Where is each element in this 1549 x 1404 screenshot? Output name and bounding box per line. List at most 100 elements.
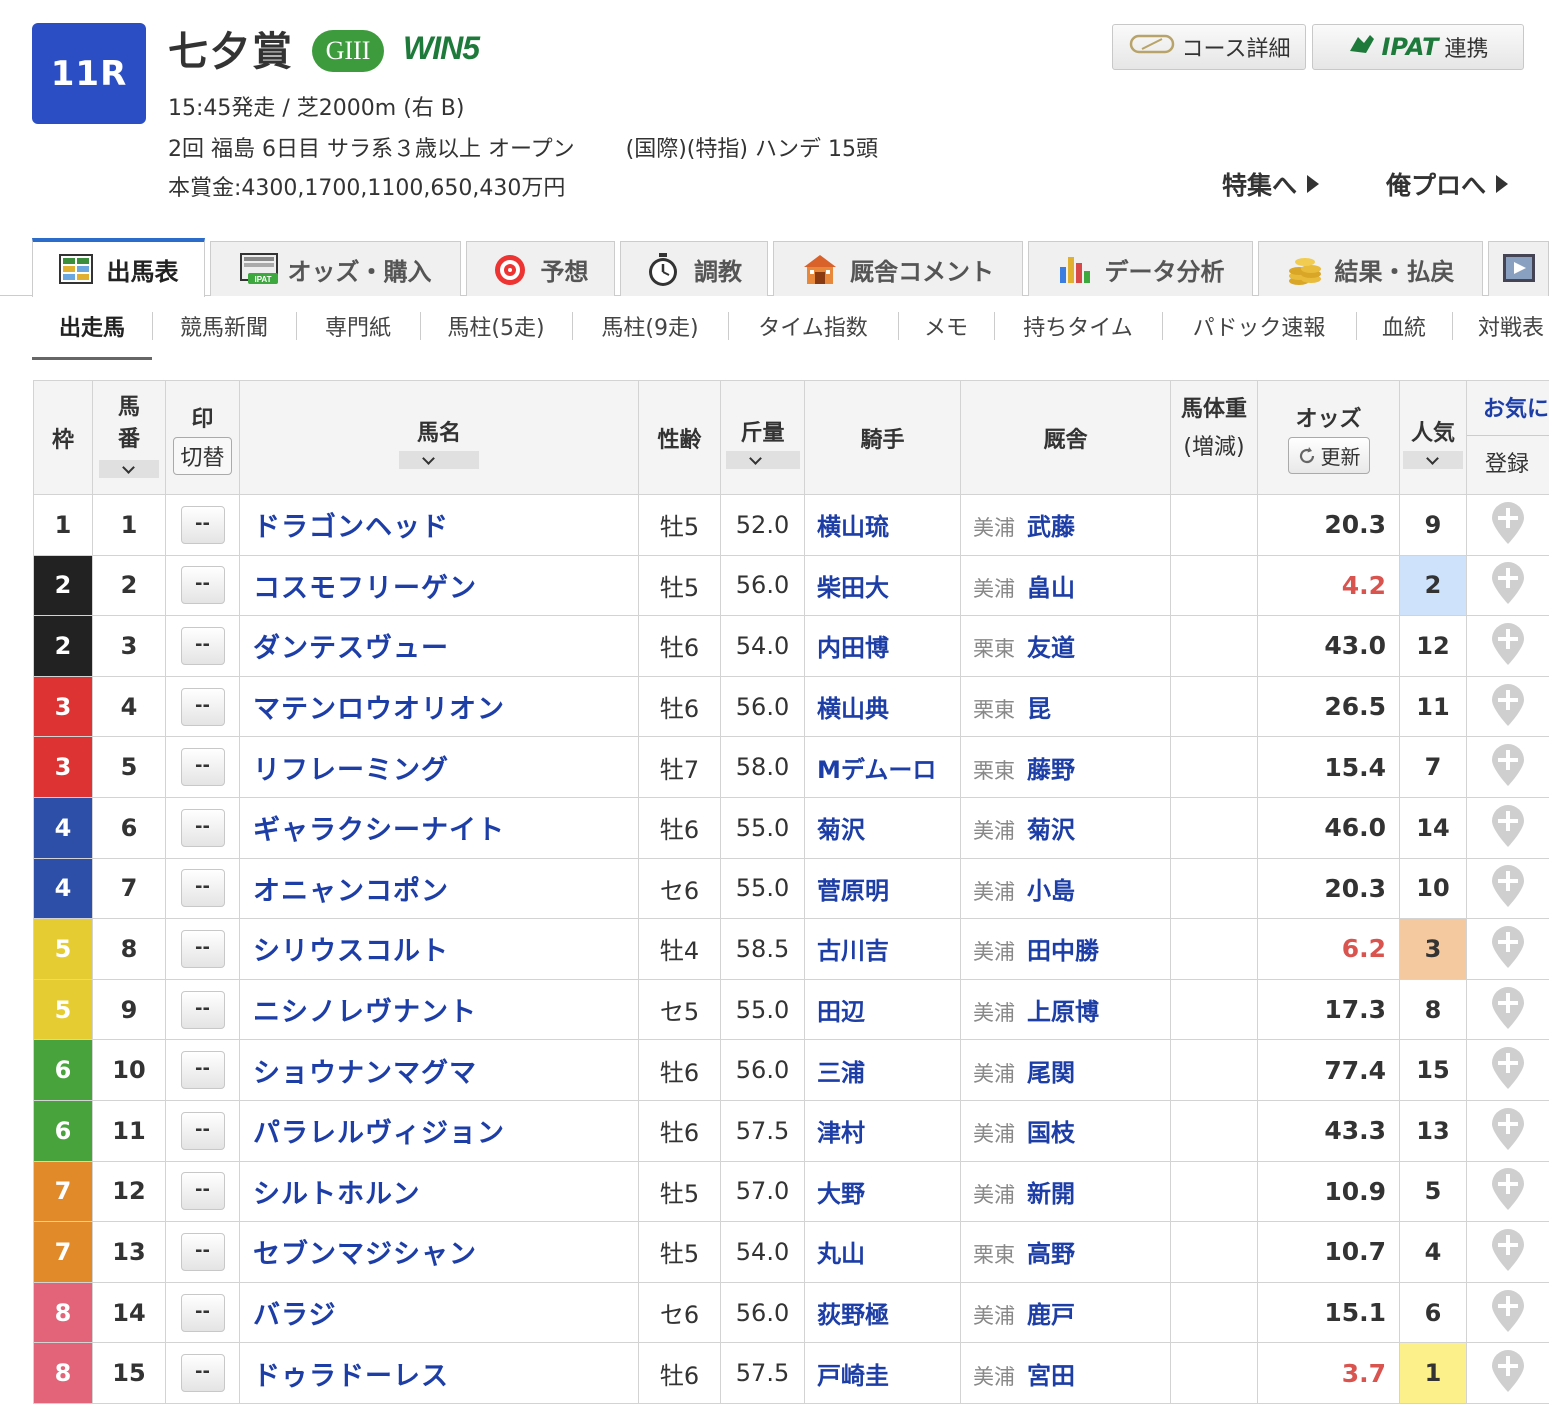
subnav-paddock[interactable]: パドック速報 xyxy=(1162,308,1356,344)
subnav-ketto[interactable]: 血統 xyxy=(1356,308,1452,344)
trainer-link[interactable]: 上原博 xyxy=(1027,998,1099,1026)
tab-odds[interactable]: IPAT オッズ・購入 xyxy=(210,241,461,296)
jockey-link[interactable]: 内田博 xyxy=(805,616,961,677)
mark-select-button[interactable]: -- xyxy=(181,1172,225,1210)
subnav-umabashira-9[interactable]: 馬柱(9走) xyxy=(572,308,728,344)
jockey-link[interactable]: 柴田大 xyxy=(805,555,961,616)
tab-data-bunseki[interactable]: データ分析 xyxy=(1028,241,1253,296)
add-favorite-pin-icon[interactable] xyxy=(1489,499,1527,545)
mark-select-button[interactable]: -- xyxy=(181,627,225,665)
add-favorite-pin-icon[interactable] xyxy=(1489,741,1527,787)
mark-select-button[interactable]: -- xyxy=(181,506,225,544)
subnav-shussoba[interactable]: 出走馬 xyxy=(32,308,152,344)
mark-select-button[interactable]: -- xyxy=(181,1112,225,1150)
subnav-mochi-time[interactable]: 持ちタイム xyxy=(994,308,1162,344)
tab-kyusha-comment[interactable]: 厩舎コメント xyxy=(773,241,1023,296)
mark-select-button[interactable]: -- xyxy=(181,1354,225,1392)
sort-chevron-icon[interactable] xyxy=(399,451,479,469)
subnav-keiba-shinbun[interactable]: 競馬新聞 xyxy=(152,308,296,344)
trainer-link[interactable]: 畠山 xyxy=(1027,574,1075,602)
mark-select-button[interactable]: -- xyxy=(181,688,225,726)
trainer-link[interactable]: 尾関 xyxy=(1027,1059,1075,1087)
trainer-link[interactable]: 鹿戸 xyxy=(1027,1301,1075,1329)
orepuro-link[interactable]: 俺プロへ xyxy=(1386,166,1508,202)
add-favorite-pin-icon[interactable] xyxy=(1489,862,1527,908)
sort-chevron-icon[interactable] xyxy=(1403,451,1463,469)
jockey-link[interactable]: 荻野極 xyxy=(805,1282,961,1343)
horse-name-link[interactable]: ギャラクシーナイト xyxy=(240,797,639,858)
trainer-link[interactable]: 友道 xyxy=(1027,634,1075,662)
horse-name-link[interactable]: リフレーミング xyxy=(240,737,639,798)
horse-name-link[interactable]: マテンロウオリオン xyxy=(240,676,639,737)
trainer-link[interactable]: 菊沢 xyxy=(1027,816,1075,844)
horse-name-link[interactable]: セブンマジシャン xyxy=(240,1222,639,1283)
tab-chokyo[interactable]: 調教 xyxy=(620,241,768,296)
subnav-time-shisu[interactable]: タイム指数 xyxy=(728,308,898,344)
jockey-link[interactable]: 三浦 xyxy=(805,1040,961,1101)
mark-select-button[interactable]: -- xyxy=(181,809,225,847)
jockey-link[interactable]: 津村 xyxy=(805,1100,961,1161)
horse-name-link[interactable]: シリウスコルト xyxy=(240,919,639,980)
horse-name-link[interactable]: ニシノレヴナント xyxy=(240,979,639,1040)
horse-name-link[interactable]: ドラゴンヘッド xyxy=(240,495,639,556)
trainer-link[interactable]: 小島 xyxy=(1027,877,1075,905)
tab-shutuba[interactable]: 出馬表 xyxy=(32,238,205,297)
trainer-link[interactable]: 田中勝 xyxy=(1027,937,1099,965)
jockey-link[interactable]: 戸崎圭 xyxy=(805,1343,961,1404)
add-favorite-pin-icon[interactable] xyxy=(1489,1347,1527,1393)
tab-kekka[interactable]: 結果・払戻 xyxy=(1258,241,1483,296)
add-favorite-pin-icon[interactable] xyxy=(1489,1226,1527,1272)
trainer-link[interactable]: 昆 xyxy=(1027,695,1051,723)
jockey-link[interactable]: 古川吉 xyxy=(805,919,961,980)
header-umaban[interactable]: 馬番 xyxy=(93,381,166,495)
ipat-link-button[interactable]: IPAT 連携 xyxy=(1312,24,1524,70)
header-label[interactable]: お気に xyxy=(1483,391,1549,423)
horse-name-link[interactable]: バラジ xyxy=(240,1282,639,1343)
jockey-link[interactable]: 横山典 xyxy=(805,676,961,737)
horse-name-link[interactable]: パラレルヴィジョン xyxy=(240,1100,639,1161)
subnav-taisenhyo[interactable]: 対戦表 xyxy=(1452,308,1549,344)
subnav-umabashira-5[interactable]: 馬柱(5走) xyxy=(420,308,572,344)
course-detail-button[interactable]: コース詳細 xyxy=(1112,24,1306,70)
jockey-link[interactable]: 田辺 xyxy=(805,979,961,1040)
add-favorite-pin-icon[interactable] xyxy=(1489,559,1527,605)
trainer-link[interactable]: 武藤 xyxy=(1027,513,1075,541)
mark-select-button[interactable]: -- xyxy=(181,1051,225,1089)
trainer-link[interactable]: 高野 xyxy=(1027,1240,1075,1268)
horse-name-link[interactable]: シルトホルン xyxy=(240,1161,639,1222)
header-horse[interactable]: 馬名 xyxy=(240,381,639,495)
add-favorite-pin-icon[interactable] xyxy=(1489,802,1527,848)
trainer-link[interactable]: 藤野 xyxy=(1027,756,1075,784)
header-ninki[interactable]: 人気 xyxy=(1400,381,1467,495)
horse-name-link[interactable]: ショウナンマグマ xyxy=(240,1040,639,1101)
mark-select-button[interactable]: -- xyxy=(181,566,225,604)
tab-video[interactable] xyxy=(1488,241,1549,296)
jockey-link[interactable]: 菅原明 xyxy=(805,858,961,919)
add-favorite-pin-icon[interactable] xyxy=(1489,1287,1527,1333)
trainer-link[interactable]: 国枝 xyxy=(1027,1119,1075,1147)
horse-name-link[interactable]: ドゥラドーレス xyxy=(240,1343,639,1404)
mark-select-button[interactable]: -- xyxy=(181,1294,225,1332)
add-favorite-pin-icon[interactable] xyxy=(1489,620,1527,666)
tab-yoso[interactable]: 予想 xyxy=(466,241,615,296)
jockey-link[interactable]: 横山琉 xyxy=(805,495,961,556)
mark-select-button[interactable]: -- xyxy=(181,748,225,786)
odds-refresh-button[interactable]: 更新 xyxy=(1288,437,1370,474)
sort-chevron-icon[interactable] xyxy=(99,460,159,478)
jockey-link[interactable]: 丸山 xyxy=(805,1222,961,1283)
horse-name-link[interactable]: コスモフリーゲン xyxy=(240,555,639,616)
add-favorite-pin-icon[interactable] xyxy=(1489,984,1527,1030)
add-favorite-pin-icon[interactable] xyxy=(1489,923,1527,969)
horse-name-link[interactable]: オニャンコポン xyxy=(240,858,639,919)
mark-select-button[interactable]: -- xyxy=(181,930,225,968)
header-kinryo[interactable]: 斤量 xyxy=(721,381,805,495)
mark-toggle-button[interactable]: 切替 xyxy=(173,437,231,475)
add-favorite-pin-icon[interactable] xyxy=(1489,1044,1527,1090)
trainer-link[interactable]: 宮田 xyxy=(1027,1362,1075,1390)
add-favorite-pin-icon[interactable] xyxy=(1489,1105,1527,1151)
jockey-link[interactable]: Mデムーロ xyxy=(805,737,961,798)
horse-name-link[interactable]: ダンテスヴュー xyxy=(240,616,639,677)
add-favorite-pin-icon[interactable] xyxy=(1489,1165,1527,1211)
jockey-link[interactable]: 大野 xyxy=(805,1161,961,1222)
mark-select-button[interactable]: -- xyxy=(181,1233,225,1271)
